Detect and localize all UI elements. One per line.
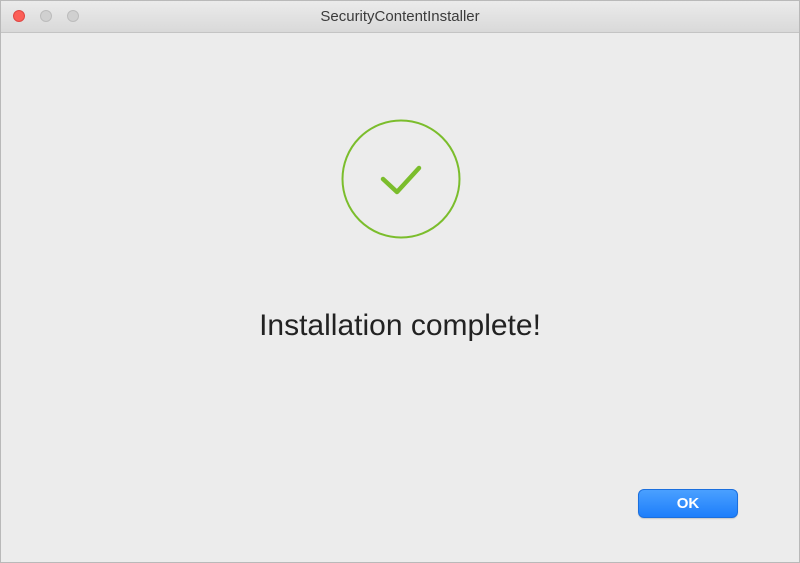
status-message: Installation complete! bbox=[259, 309, 541, 342]
checkmark-circle-icon bbox=[341, 119, 461, 239]
installer-window: SecurityContentInstaller Installation co… bbox=[0, 0, 800, 563]
installer-content: Installation complete! OK bbox=[1, 33, 799, 562]
title-bar[interactable]: SecurityContentInstaller bbox=[1, 1, 799, 33]
ok-button[interactable]: OK bbox=[638, 489, 738, 518]
window-title: SecurityContentInstaller bbox=[320, 8, 480, 25]
